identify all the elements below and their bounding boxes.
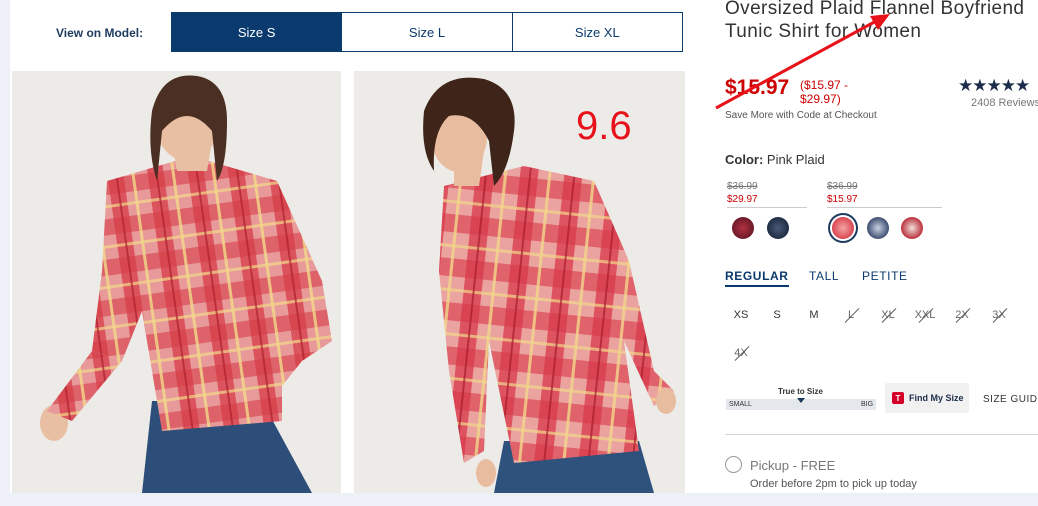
size-option-2x-unavailable[interactable]: 2X: [945, 309, 979, 321]
left-gutter: [0, 0, 10, 506]
swatch-navy-red-plaid[interactable]: [767, 217, 789, 239]
swatch-blue-white-plaid[interactable]: [867, 217, 889, 239]
swatch-red-white-plaid[interactable]: [901, 217, 923, 239]
model-size-xl-button[interactable]: Size XL: [512, 13, 682, 51]
pickup-radio[interactable]: [725, 456, 742, 473]
swatch-pink-plaid[interactable]: [832, 217, 854, 239]
size-guide-link[interactable]: SIZE GUIDE: [983, 394, 1038, 405]
product-photo-front[interactable]: [12, 71, 341, 493]
true-to-size-label: True to Size: [778, 387, 823, 396]
product-photo-back[interactable]: [354, 71, 685, 493]
pickup-subtext: Order before 2pm to pick up today: [750, 478, 917, 490]
price-group-2: $36.99 $15.97: [827, 180, 858, 206]
model-size-s-button[interactable]: Size S: [172, 13, 343, 51]
true-fit-logo-icon: T: [892, 392, 904, 404]
size-option-3x-unavailable[interactable]: 3X: [982, 309, 1016, 321]
view-on-model-label: View on Model:: [56, 26, 144, 40]
model-size-l-button[interactable]: Size L: [342, 13, 513, 51]
color-value: Pink Plaid: [766, 152, 825, 167]
find-my-size-label: Find My Size: [909, 393, 964, 403]
product-page: View on Model: Size S Size L Size XL 9.6…: [0, 0, 1038, 506]
color-label: Color:: [725, 152, 764, 167]
save-more-text: Save More with Code at Checkout: [725, 110, 877, 121]
size-option-xxl-unavailable[interactable]: XXL: [908, 309, 942, 321]
product-title: Oversized Plaid Flannel Boyfriend Tunic …: [725, 0, 1025, 42]
tab-tall[interactable]: TALL: [809, 269, 839, 283]
color-selection: Color: Pink Plaid: [725, 152, 825, 167]
price-group-1-divider: [727, 207, 807, 208]
size-option-xl-unavailable[interactable]: XL: [871, 309, 905, 321]
swatch-red-navy-plaid[interactable]: [732, 217, 754, 239]
price-group-2-divider: [827, 207, 942, 208]
size-option-l-unavailable[interactable]: L: [834, 309, 868, 321]
tab-regular[interactable]: REGULAR: [725, 269, 789, 287]
price-group-1-old: $36.99: [727, 181, 758, 192]
annotation-number: 9.6: [576, 104, 632, 148]
true-to-size-marker-icon: [797, 398, 805, 403]
price-group-2-old: $36.99: [827, 181, 858, 192]
size-option-s[interactable]: S: [760, 309, 794, 321]
review-count-link[interactable]: 2408 Reviews: [971, 97, 1038, 109]
section-divider: [725, 434, 1038, 435]
size-option-xs[interactable]: XS: [724, 309, 758, 321]
tab-petite[interactable]: PETITE: [862, 269, 908, 283]
rating-stars-icon[interactable]: ★★★★★: [958, 76, 1030, 96]
true-to-size-big: BIG: [861, 401, 874, 408]
size-option-m[interactable]: M: [797, 309, 831, 321]
sale-price: $15.97: [725, 76, 790, 99]
true-to-size-small: SMALL: [729, 401, 752, 408]
size-option-4x-unavailable[interactable]: 4X: [724, 347, 758, 359]
bottom-gutter: [0, 493, 1038, 506]
pickup-label: Pickup - FREE: [750, 458, 836, 473]
find-my-size-button[interactable]: T Find My Size: [885, 383, 969, 413]
price-group-1-new: $29.97: [727, 194, 758, 205]
price-group-1: $36.99 $29.97: [727, 180, 758, 206]
model-size-toggle: Size S Size L Size XL: [171, 12, 683, 52]
price-group-2-new: $15.97: [827, 194, 858, 205]
price-range: ($15.97 - $29.97): [800, 78, 849, 106]
